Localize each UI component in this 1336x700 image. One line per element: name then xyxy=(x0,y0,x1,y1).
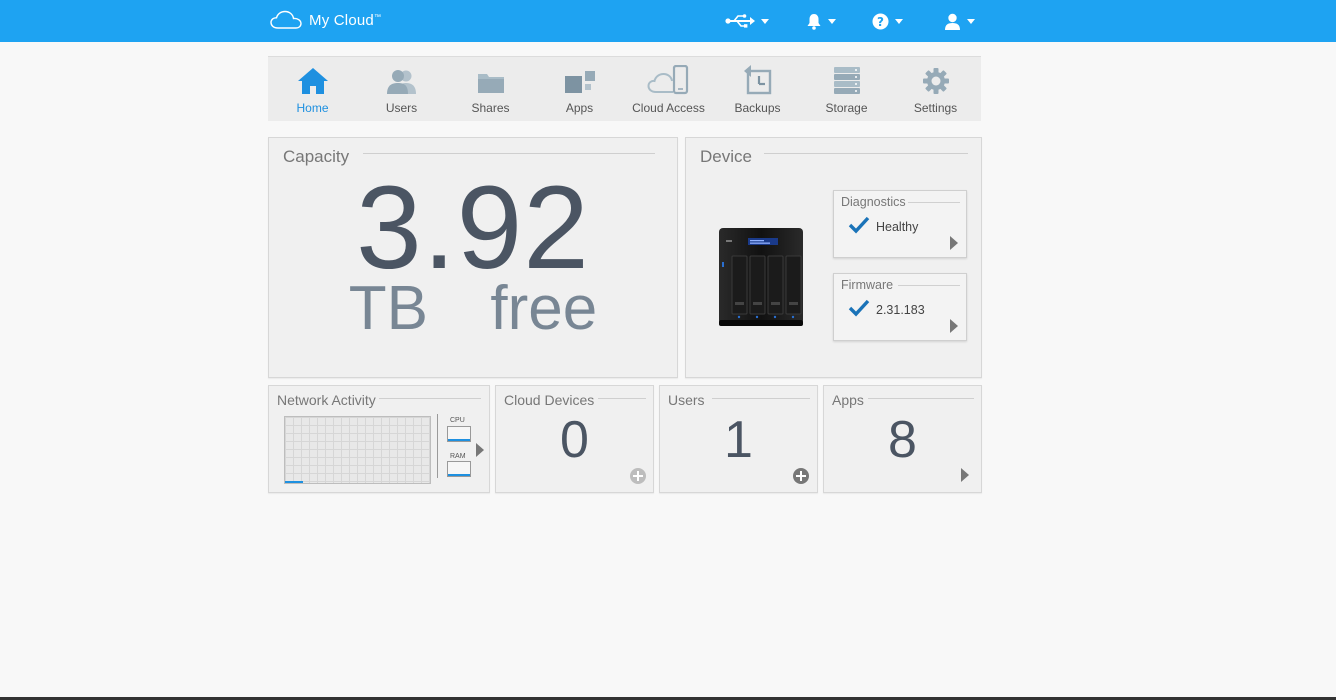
storage-icon xyxy=(833,67,860,94)
usb-icon xyxy=(725,14,755,28)
divider xyxy=(908,202,960,203)
add-cloud-device-icon[interactable] xyxy=(630,468,646,484)
nav-item-users[interactable]: Users xyxy=(357,57,446,121)
cpu-meter xyxy=(447,426,471,442)
arrow-right-icon[interactable] xyxy=(476,443,484,457)
arrow-right-icon[interactable] xyxy=(961,468,969,482)
nav-item-apps[interactable]: Apps xyxy=(535,57,624,121)
divider xyxy=(437,414,438,478)
device-title: Device xyxy=(700,147,752,166)
user-icon xyxy=(945,13,960,30)
top-bar: My Cloud™ ? xyxy=(0,0,1336,42)
backup-icon xyxy=(743,65,771,95)
cloud-devices-panel[interactable]: Cloud Devices 0 xyxy=(495,385,654,493)
divider xyxy=(598,398,646,399)
diagnostics-title: Diagnostics xyxy=(841,195,906,209)
arrow-right-icon xyxy=(950,236,958,250)
ram-meter xyxy=(447,461,471,477)
divider xyxy=(898,285,960,286)
add-user-icon[interactable] xyxy=(793,468,809,484)
network-activity-graph xyxy=(284,416,431,484)
checkmark-icon xyxy=(848,216,870,234)
users-icon xyxy=(386,70,416,94)
help-button[interactable]: ? xyxy=(872,9,903,33)
app-title: My Cloud™ xyxy=(309,11,382,29)
diagnostics-status: Healthy xyxy=(876,220,919,234)
chevron-down-icon xyxy=(967,18,975,24)
nav-item-backups[interactable]: Backups xyxy=(713,57,802,121)
device-panel: Device Diagnostics Healthy Firmware 2.31… xyxy=(685,137,982,378)
apps-count: 8 xyxy=(888,411,917,469)
divider xyxy=(868,398,974,399)
capacity-panel: Capacity 3.92 TB free xyxy=(268,137,678,378)
divider xyxy=(379,398,481,399)
chevron-down-icon xyxy=(895,18,903,24)
nav-item-home[interactable]: Home xyxy=(268,57,357,121)
cloud-devices-count: 0 xyxy=(560,411,589,469)
folder-icon xyxy=(477,74,504,93)
cloud-logo-icon xyxy=(270,10,302,29)
usb-menu-button[interactable] xyxy=(725,9,769,33)
app-logo[interactable]: My Cloud™ xyxy=(270,10,381,30)
cpu-label: CPU xyxy=(450,417,465,424)
nav-item-settings[interactable]: Settings xyxy=(891,57,980,121)
checkmark-icon xyxy=(848,299,870,317)
capacity-unit: TB free xyxy=(348,274,598,343)
main-nav: Home Users Shares Apps Cloud Access Back… xyxy=(268,56,981,121)
cloud-access-icon xyxy=(646,65,688,95)
apps-icon xyxy=(564,71,595,93)
users-panel[interactable]: Users 1 xyxy=(659,385,818,493)
apps-panel[interactable]: Apps 8 xyxy=(823,385,982,493)
divider xyxy=(363,153,655,154)
apps-title: Apps xyxy=(832,392,864,408)
home-icon xyxy=(297,68,328,94)
gear-icon xyxy=(922,68,949,94)
nav-item-storage[interactable]: Storage xyxy=(802,57,891,121)
chevron-down-icon xyxy=(828,18,836,24)
help-icon: ? xyxy=(872,13,889,29)
cloud-devices-title: Cloud Devices xyxy=(504,392,595,408)
nas-device-image xyxy=(719,228,803,326)
arrow-right-icon xyxy=(950,319,958,333)
bell-icon xyxy=(807,13,821,30)
network-activity-panel[interactable]: Network Activity CPU RAM xyxy=(268,385,490,493)
firmware-version: 2.31.183 xyxy=(876,303,925,317)
divider xyxy=(764,153,968,154)
firmware-title: Firmware xyxy=(841,278,894,292)
user-menu-button[interactable] xyxy=(944,9,975,33)
network-activity-title: Network Activity xyxy=(277,392,376,408)
nav-item-shares[interactable]: Shares xyxy=(446,57,535,121)
graph-activity-bar xyxy=(285,481,303,483)
firmware-card[interactable]: Firmware 2.31.183 xyxy=(833,273,967,341)
nav-item-cloud-access[interactable]: Cloud Access xyxy=(624,57,713,121)
divider xyxy=(712,398,810,399)
users-count: 1 xyxy=(724,411,753,469)
diagnostics-card[interactable]: Diagnostics Healthy xyxy=(833,190,967,258)
notifications-button[interactable] xyxy=(806,9,836,33)
users-title: Users xyxy=(668,392,705,408)
chevron-down-icon xyxy=(761,18,769,24)
svg-text:?: ? xyxy=(877,15,884,29)
ram-label: RAM xyxy=(450,453,466,460)
